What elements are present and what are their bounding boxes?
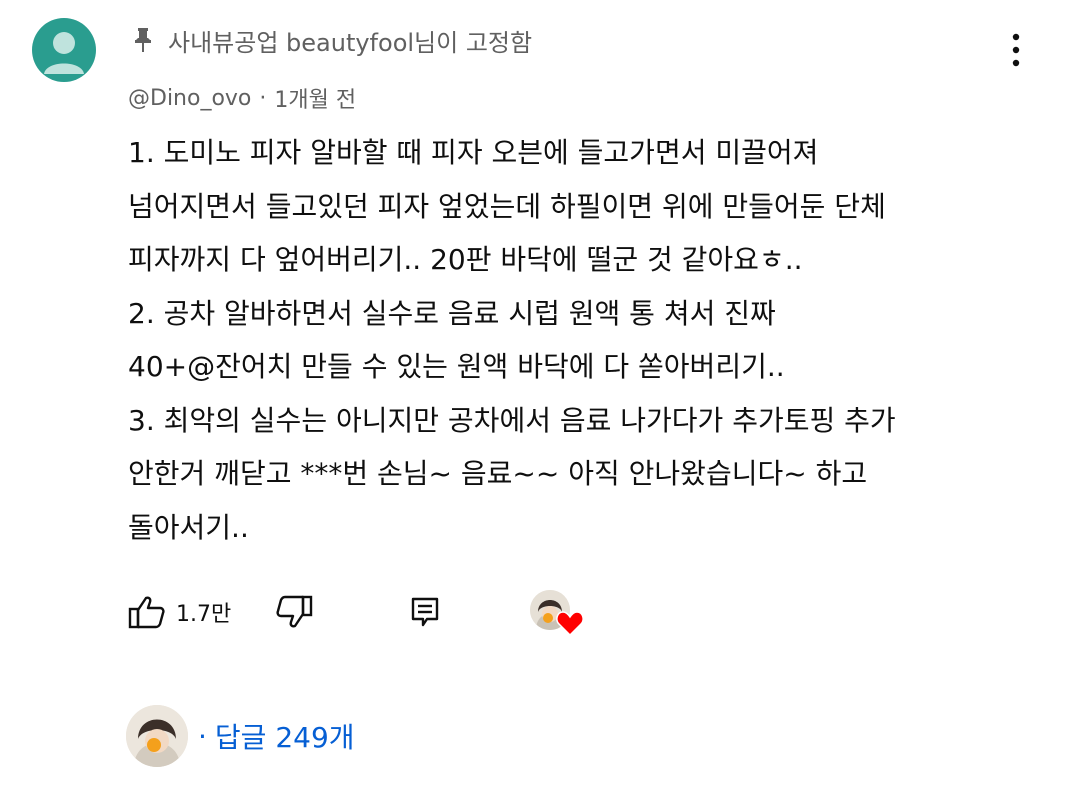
heart-icon — [556, 611, 584, 636]
comment-text: 1. 도미노 피자 알바할 때 피자 오븐에 들고가면서 미끌어져 넘어지면서 … — [128, 126, 1028, 554]
more-vert-icon — [1012, 33, 1020, 67]
comment-line: 2. 공차 알바하면서 실수로 음료 시럽 원액 통 쳐서 진짜 — [128, 296, 776, 330]
reply-icon — [412, 597, 439, 627]
comment-line: 안한거 깨닫고 ***번 손님~ 음료~~ 아직 안나왔습니다~ 하고 — [128, 457, 868, 490]
comment-line: 넘어지면서 들고있던 피자 엎었는데 하필이면 위에 만들어둔 단체 — [128, 189, 886, 223]
creator-heart[interactable] — [530, 590, 586, 638]
default-avatar-icon — [44, 32, 84, 74]
comment-meta: @Dino_ovo · 1개월 전 — [128, 80, 356, 116]
like-button[interactable]: 1.7만 — [128, 595, 231, 629]
more-options-button[interactable] — [996, 28, 1036, 72]
comment-line: 3. 최악의 실수는 아니지만 공차에서 음료 나가다가 추가토핑 추가 — [128, 403, 896, 437]
reply-avatar — [126, 705, 188, 767]
reply-avatar-icon — [126, 705, 188, 767]
comment-line: 돌아서기.. — [128, 510, 249, 544]
author-name[interactable]: @Dino_ovo — [128, 86, 251, 111]
thumbs-down-icon — [276, 595, 313, 628]
comment-actions: 1.7만 — [128, 588, 439, 636]
pinned-text: 사내뷰공업 beautyfool님이 고정함 — [168, 28, 533, 57]
replies-count[interactable]: 답글 249개 — [215, 716, 355, 756]
pinned-label: 사내뷰공업 beautyfool님이 고정함 — [132, 20, 532, 60]
replies-separator: · — [198, 719, 207, 753]
view-replies-button[interactable]: · 답글 249개 — [126, 704, 355, 768]
comment-line: 피자까지 다 엎어버리기.. 20판 바닥에 떨군 것 같아요ㅎ.. — [128, 243, 803, 276]
comment-line: 1. 도미노 피자 알바할 때 피자 오븐에 들고가면서 미끌어져 — [128, 136, 819, 169]
comment-line: 40+@잔어치 만들 수 있는 원액 바닥에 다 쏟아버리기.. — [128, 350, 785, 383]
thumbs-up-icon — [128, 596, 165, 629]
pin-icon — [132, 27, 154, 53]
dislike-button[interactable] — [275, 595, 313, 629]
author-avatar[interactable] — [32, 18, 96, 82]
like-count: 1.7만 — [176, 602, 232, 627]
reply-button[interactable] — [411, 597, 439, 627]
meta-separator: · — [259, 85, 267, 111]
comment-time[interactable]: 1개월 전 — [274, 82, 356, 114]
